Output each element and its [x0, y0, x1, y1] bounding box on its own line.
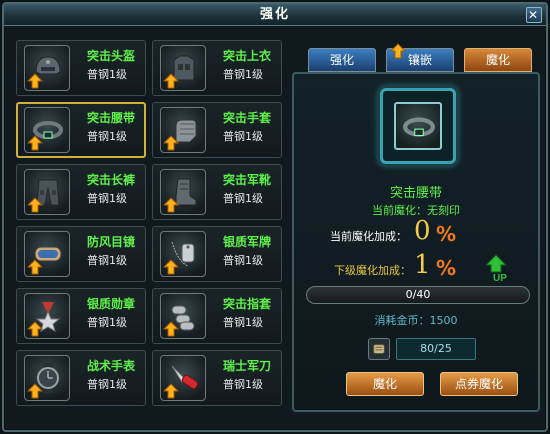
item-level: 普钢1级	[223, 254, 263, 267]
upgrade-arrow-icon	[390, 43, 406, 59]
item-slot	[160, 293, 206, 339]
item-level: 普钢1级	[223, 130, 263, 143]
item-level: 普钢1级	[223, 378, 263, 391]
item-level: 普钢1级	[223, 316, 263, 329]
item-helmet[interactable]: 突击头盔 普钢1级	[16, 40, 146, 96]
enhance-window: 强化 ✕ 突击头盔 普钢1级 突击上衣 普钢1级 突击腰带 普钢1级 突击手套 …	[2, 2, 548, 432]
enchant-button[interactable]: 魔化	[346, 372, 424, 396]
item-slot	[160, 169, 206, 215]
level-up-icon: UP	[486, 254, 507, 282]
current-bonus-label: 当前魔化加成：	[330, 230, 407, 243]
item-slot	[24, 293, 70, 339]
item-goggles[interactable]: 防风目镜 普钢1级	[16, 226, 146, 282]
item-name: 银质军牌	[223, 235, 272, 249]
enchant-panel: 突击腰带 当前魔化：无刻印 当前魔化加成： 0 % 下级魔化加成： 1 % UP…	[292, 72, 540, 412]
item-slot	[160, 355, 206, 401]
item-slot	[24, 355, 70, 401]
item-level: 普钢1级	[87, 192, 127, 205]
item-medal[interactable]: 银质勋章 普钢1级	[16, 288, 146, 344]
item-slot	[24, 231, 70, 277]
item-glove[interactable]: 突击手套 普钢1级	[152, 102, 282, 158]
upgrade-arrow-icon	[27, 259, 43, 275]
item-jacket[interactable]: 突击上衣 普钢1级	[152, 40, 282, 96]
current-bonus-value: 0	[414, 216, 431, 246]
scroll-count: 80/25	[396, 338, 476, 360]
item-level: 普钢1级	[87, 254, 127, 267]
item-finger-guard[interactable]: 突击指套 普钢1级	[152, 288, 282, 344]
upgrade-arrow-icon	[27, 321, 43, 337]
item-slot	[24, 107, 70, 153]
item-level: 普钢1级	[87, 130, 127, 143]
upgrade-arrow-icon	[163, 197, 179, 213]
enchant-progress-bar: 0/40	[306, 286, 530, 304]
item-level: 普钢1级	[87, 68, 127, 81]
item-name: 银质勋章	[87, 297, 136, 311]
window-titlebar: 强化 ✕	[4, 4, 546, 26]
progress-text: 0/40	[405, 288, 431, 301]
upgrade-arrow-icon	[27, 197, 43, 213]
item-watch[interactable]: 战术手表 普钢1级	[16, 350, 146, 406]
equipment-grid: 突击头盔 普钢1级 突击上衣 普钢1级 突击腰带 普钢1级 突击手套 普钢1级 …	[16, 40, 284, 412]
item-name: 瑞士军刀	[223, 359, 272, 373]
scroll-icon	[373, 344, 385, 354]
upgrade-arrow-icon	[163, 135, 179, 151]
item-name: 突击军靴	[223, 173, 272, 187]
belt-icon	[403, 117, 435, 137]
svg-text:UP: UP	[493, 273, 507, 282]
selected-item-name: 突击腰带	[389, 186, 442, 201]
item-name: 突击指套	[223, 297, 272, 311]
scroll-material-slot[interactable]	[368, 338, 390, 360]
item-slot	[160, 45, 206, 91]
tab-label: 镶嵌	[407, 53, 432, 67]
upgrade-arrow-icon	[27, 73, 43, 89]
item-dog-tag[interactable]: 银质军牌 普钢1级	[152, 226, 282, 282]
upgrade-arrow-icon	[163, 73, 179, 89]
upgrade-arrow-icon	[163, 321, 179, 337]
item-level: 普钢1级	[87, 378, 127, 391]
tab-label: 强化	[329, 53, 354, 67]
current-bonus-unit: %	[436, 222, 457, 246]
item-knife[interactable]: 瑞士军刀 普钢1级	[152, 350, 282, 406]
close-icon[interactable]: ✕	[526, 7, 542, 23]
item-name: 突击手套	[223, 111, 272, 125]
tab-label: 魔化	[485, 53, 510, 67]
next-bonus-label: 下级魔化加成：	[334, 264, 411, 277]
gold-cost: 消耗金币：1500	[374, 314, 458, 327]
tab-inlay[interactable]: 镶嵌	[386, 43, 454, 72]
selected-item-frame	[380, 88, 456, 164]
next-bonus-unit: %	[436, 256, 457, 280]
item-level: 普钢1级	[87, 316, 127, 329]
tab-enchant[interactable]: 魔化	[464, 48, 532, 72]
item-belt[interactable]: 突击腰带 普钢1级	[16, 102, 146, 158]
item-name: 防风目镜	[87, 235, 136, 249]
item-slot	[24, 169, 70, 215]
coupon-enchant-button[interactable]: 点券魔化	[440, 372, 518, 396]
selected-item-slot	[394, 102, 442, 150]
item-name: 突击腰带	[87, 111, 136, 125]
window-title: 强化	[259, 7, 290, 22]
upgrade-arrow-icon	[163, 259, 179, 275]
item-slot	[160, 107, 206, 153]
item-boot[interactable]: 突击军靴 普钢1级	[152, 164, 282, 220]
upgrade-arrow-icon	[27, 383, 43, 399]
tab-strengthen[interactable]: 强化	[308, 48, 376, 72]
next-bonus-value: 1	[414, 250, 431, 280]
item-name: 突击上衣	[223, 49, 272, 63]
item-slot	[24, 45, 70, 91]
item-slot	[160, 231, 206, 277]
item-level: 普钢1级	[223, 68, 263, 81]
item-pants[interactable]: 突击长裤 普钢1级	[16, 164, 146, 220]
item-name: 突击长裤	[87, 173, 136, 187]
item-level: 普钢1级	[223, 192, 263, 205]
item-name: 突击头盔	[87, 49, 136, 63]
item-name: 战术手表	[87, 359, 136, 373]
upgrade-arrow-icon	[163, 383, 179, 399]
upgrade-arrow-icon	[27, 135, 43, 151]
tab-bar: 强化 镶嵌 魔化	[308, 43, 534, 72]
